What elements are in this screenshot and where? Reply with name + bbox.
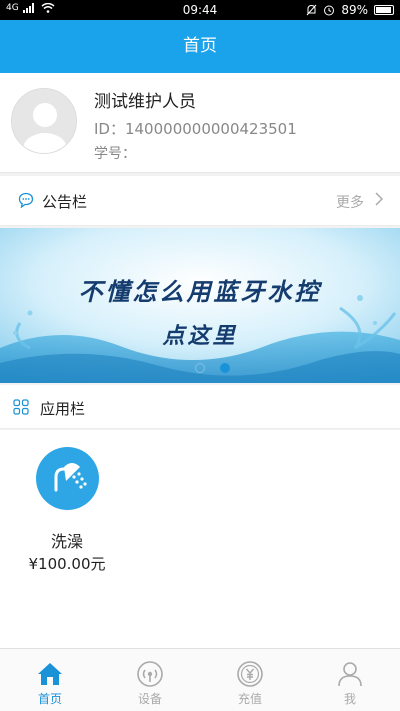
status-bar: 4G 09:44 89% xyxy=(0,0,400,20)
app-grid: 洗澡 ¥100.00元 xyxy=(0,430,400,648)
notice-title: 公告栏 xyxy=(42,193,88,211)
page-title: 首页 xyxy=(183,36,217,56)
mute-bell-icon xyxy=(306,4,317,16)
tab-label: 充值 xyxy=(237,692,262,706)
yuan-coin-icon xyxy=(237,661,263,687)
user-name: 测试维护人员 xyxy=(94,92,196,112)
chat-bubble-icon xyxy=(18,192,34,208)
default-avatar-icon xyxy=(12,89,76,153)
carousel-dot-active[interactable] xyxy=(220,363,230,373)
app-section-title: 应用栏 xyxy=(40,400,86,418)
tab-home[interactable]: 首页 xyxy=(0,649,100,711)
title-bar: 首页 xyxy=(0,20,400,73)
tab-recharge[interactable]: 充值 xyxy=(200,649,300,711)
user-id: ID：140000000000423501 xyxy=(94,120,297,138)
alarm-clock-icon xyxy=(324,5,335,16)
carousel-dot[interactable] xyxy=(195,363,205,373)
bottom-tab-bar: 首页 设备 充值 我 xyxy=(0,648,400,711)
notice-more-link[interactable]: 更多 xyxy=(336,192,364,212)
home-icon xyxy=(38,663,62,685)
notice-bar[interactable]: 公告栏 更多 xyxy=(0,176,400,226)
tab-label: 首页 xyxy=(37,692,62,706)
promo-banner[interactable]: 不懂怎么用蓝牙水控 点这里 xyxy=(0,228,400,383)
app-section-header: 应用栏 xyxy=(0,385,400,429)
shower-icon xyxy=(54,463,87,492)
battery-percent: 89% xyxy=(341,3,368,17)
device-signal-icon xyxy=(137,661,163,687)
app-icon-bg xyxy=(36,447,99,510)
person-icon xyxy=(338,662,362,687)
tab-label: 设备 xyxy=(137,692,162,706)
banner-line-2: 点这里 xyxy=(162,324,238,349)
banner-line-1: 不懂怎么用蓝牙水控 xyxy=(78,278,322,306)
app-name: 洗澡 xyxy=(50,532,83,551)
battery-icon xyxy=(374,5,394,15)
avatar[interactable] xyxy=(11,88,77,154)
student-number: 学号： xyxy=(94,146,136,162)
app-price: ¥100.00元 xyxy=(28,555,106,573)
status-right: 89% xyxy=(306,3,394,17)
grid-apps-icon xyxy=(13,399,29,415)
tab-label: 我 xyxy=(343,692,356,706)
profile-card[interactable]: 测试维护人员 ID：140000000000423501 学号： xyxy=(0,73,400,173)
tab-me[interactable]: 我 xyxy=(300,649,400,711)
tab-devices[interactable]: 设备 xyxy=(100,649,200,711)
chevron-right-icon[interactable] xyxy=(375,192,383,206)
app-tile-shower[interactable]: 洗澡 ¥100.00元 xyxy=(18,444,116,573)
